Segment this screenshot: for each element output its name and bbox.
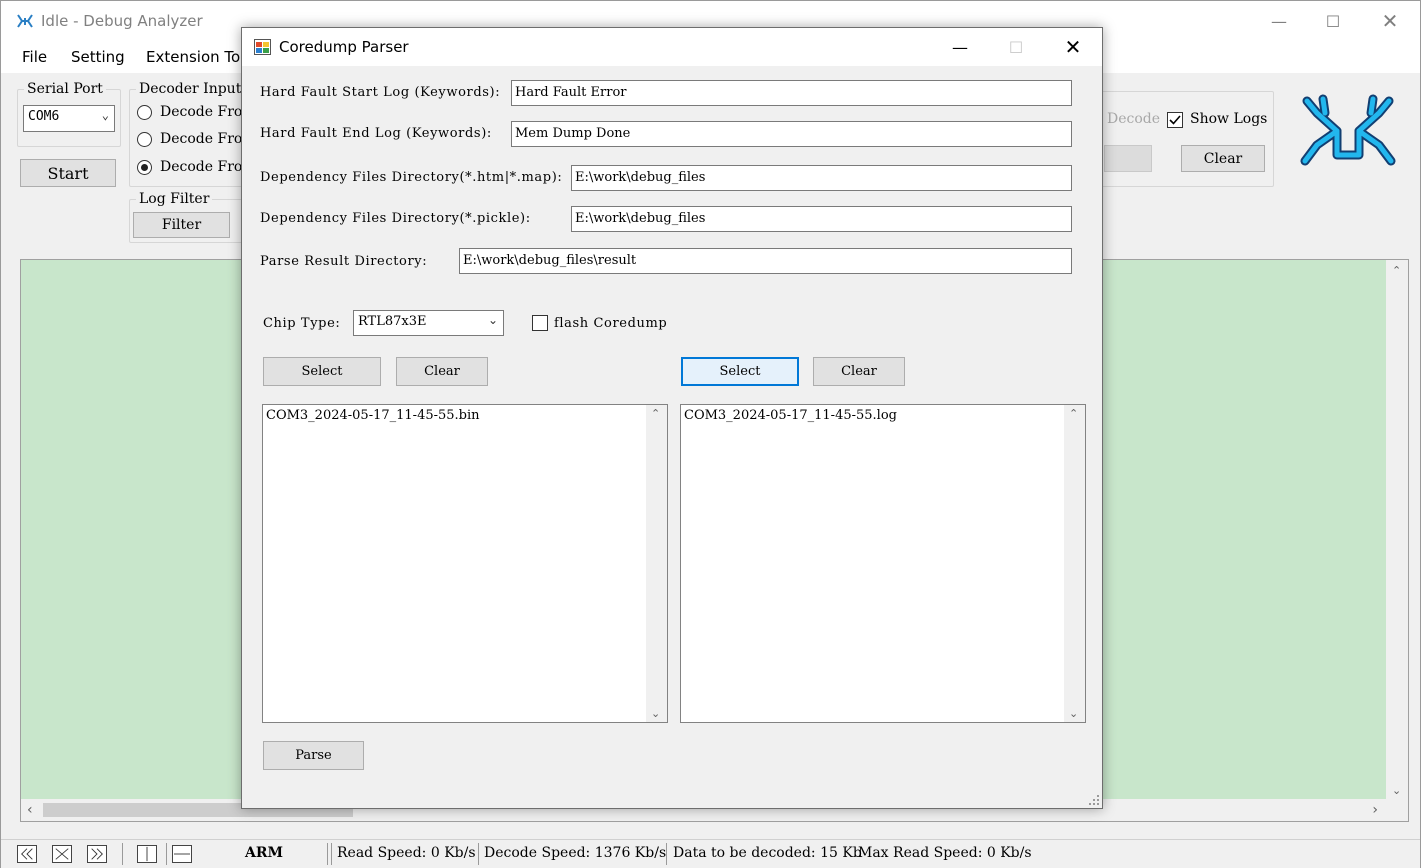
dialog-close-button[interactable]: ✕ [1050, 27, 1096, 67]
company-logo-icon [1300, 94, 1396, 166]
chevron-down-icon: ⌄ [101, 108, 109, 122]
decoder-input-label: Decoder Input [136, 81, 245, 97]
result-dir-label: Parse Result Directory: [260, 254, 428, 269]
rewind-icon[interactable] [17, 845, 37, 863]
dialog-title: Coredump Parser [279, 38, 409, 56]
serial-port-label: Serial Port [24, 81, 106, 97]
maximize-button[interactable]: ☐ [1310, 1, 1356, 41]
decode-option-1[interactable]: Decode From [137, 104, 256, 120]
split-vertical-icon[interactable] [137, 845, 157, 863]
filter-button[interactable]: Filter [133, 212, 230, 238]
scroll-down-icon[interactable]: ⌄ [1392, 784, 1401, 797]
scroll-down-icon[interactable]: ⌄ [1069, 707, 1078, 720]
separator [122, 843, 123, 865]
statusbar: ARM Read Speed: 0 Kb/s Decode Speed: 137… [1, 839, 1420, 868]
list-item[interactable]: COM3_2024-05-17_11-45-55.log [684, 408, 897, 423]
show-logs-checkbox[interactable] [1167, 112, 1183, 128]
decode-option-3[interactable]: Decode From [137, 159, 256, 175]
dep-map-dir-label: Dependency Files Directory(*.htm|*.map): [260, 170, 563, 185]
separator [478, 843, 479, 865]
select-bin-button[interactable]: Select [263, 357, 381, 386]
resize-grip-icon[interactable] [1089, 795, 1099, 805]
result-dir-input[interactable]: E:\work\debug_files\result [459, 248, 1072, 274]
dialog-app-icon [254, 39, 271, 55]
split-horizontal-icon[interactable] [172, 845, 192, 863]
chevron-down-icon: ⌄ [487, 313, 498, 327]
dep-pickle-dir-label: Dependency Files Directory(*.pickle): [260, 211, 531, 226]
dep-pickle-dir-input[interactable]: E:\work\debug_files [571, 206, 1072, 232]
fast-forward-icon[interactable] [87, 845, 107, 863]
decode-speed: Decode Speed: 1376 Kb/s [484, 845, 667, 861]
minimize-button[interactable]: — [1256, 1, 1302, 41]
bin-list-scrollbar[interactable]: ⌃ ⌄ [646, 405, 667, 722]
start-button[interactable]: Start [20, 159, 116, 187]
dialog-maximize-button[interactable]: ☐ [993, 27, 1039, 67]
radio-icon [137, 104, 152, 120]
max-read-speed: Max Read Speed: 0 Kb/s [858, 845, 1032, 861]
dep-map-dir-input[interactable]: E:\work\debug_files [571, 165, 1072, 191]
flash-coredump-label: flash Coredump [554, 316, 668, 331]
serial-port-value: COM6 [28, 109, 60, 124]
read-speed: Read Speed: 0 Kb/s [337, 845, 476, 861]
log-vertical-scrollbar[interactable]: ⌃ ⌄ [1386, 260, 1408, 821]
clear-log-button[interactable]: Clear [1181, 145, 1265, 172]
collapse-icon[interactable] [52, 845, 72, 863]
serial-port-select[interactable]: COM6 ⌄ [23, 105, 115, 132]
data-to-decode: Data to be decoded: 15 Kb [673, 845, 862, 861]
scroll-up-icon[interactable]: ⌃ [1392, 264, 1401, 277]
radio-selected-icon [137, 159, 152, 175]
scroll-right-icon[interactable]: › [1372, 802, 1378, 818]
separator [327, 843, 328, 865]
log-file-list[interactable]: COM3_2024-05-17_11-45-55.log ⌃ ⌄ [680, 404, 1086, 723]
dialog-titlebar: Coredump Parser — ☐ ✕ [242, 28, 1102, 66]
scroll-left-icon[interactable]: ‹ [27, 802, 33, 818]
dialog-minimize-button[interactable]: — [937, 27, 983, 67]
flash-coredump-checkbox[interactable] [532, 315, 548, 331]
chip-type-select[interactable]: RTL87x3E ⌄ [353, 310, 504, 336]
scroll-up-icon[interactable]: ⌃ [651, 407, 660, 420]
list-item[interactable]: COM3_2024-05-17_11-45-55.bin [266, 408, 480, 423]
scroll-down-icon[interactable]: ⌄ [651, 707, 660, 720]
end-log-input[interactable]: Mem Dump Done [511, 121, 1072, 147]
bin-file-list[interactable]: COM3_2024-05-17_11-45-55.bin ⌃ ⌄ [262, 404, 668, 723]
menu-file[interactable]: File [22, 48, 47, 66]
log-list-scrollbar[interactable]: ⌃ ⌄ [1064, 405, 1085, 722]
decode-label: Decode [1107, 111, 1161, 127]
arch-label: ARM [245, 845, 283, 861]
end-log-label: Hard Fault End Log (Keywords): [260, 126, 492, 141]
menu-setting[interactable]: Setting [71, 48, 125, 66]
select-log-button[interactable]: Select [681, 357, 799, 386]
log-filter-label: Log Filter [136, 191, 213, 207]
parse-button[interactable]: Parse [263, 741, 364, 770]
start-log-input[interactable]: Hard Fault Error [511, 80, 1072, 106]
window-title: Idle - Debug Analyzer [41, 12, 203, 30]
show-logs-label: Show Logs [1190, 111, 1268, 127]
separator [331, 843, 332, 865]
app-logo-icon [17, 14, 33, 28]
start-log-label: Hard Fault Start Log (Keywords): [260, 85, 501, 100]
decode-options-group [1091, 91, 1274, 187]
close-button[interactable]: ✕ [1367, 1, 1413, 41]
clear-bin-button[interactable]: Clear [396, 357, 488, 386]
chip-type-label: Chip Type: [263, 316, 341, 331]
coredump-parser-dialog: Coredump Parser — ☐ ✕ Hard Fault Start L… [241, 27, 1103, 809]
chip-type-value: RTL87x3E [358, 314, 427, 329]
separator [166, 843, 167, 865]
checkmark-icon [1169, 115, 1181, 125]
separator [666, 843, 667, 865]
scroll-up-icon[interactable]: ⌃ [1069, 407, 1078, 420]
clear-log-list-button[interactable]: Clear [813, 357, 905, 386]
decode-option-2[interactable]: Decode From [137, 131, 256, 147]
radio-icon [137, 131, 152, 147]
load-button[interactable] [1104, 145, 1152, 172]
